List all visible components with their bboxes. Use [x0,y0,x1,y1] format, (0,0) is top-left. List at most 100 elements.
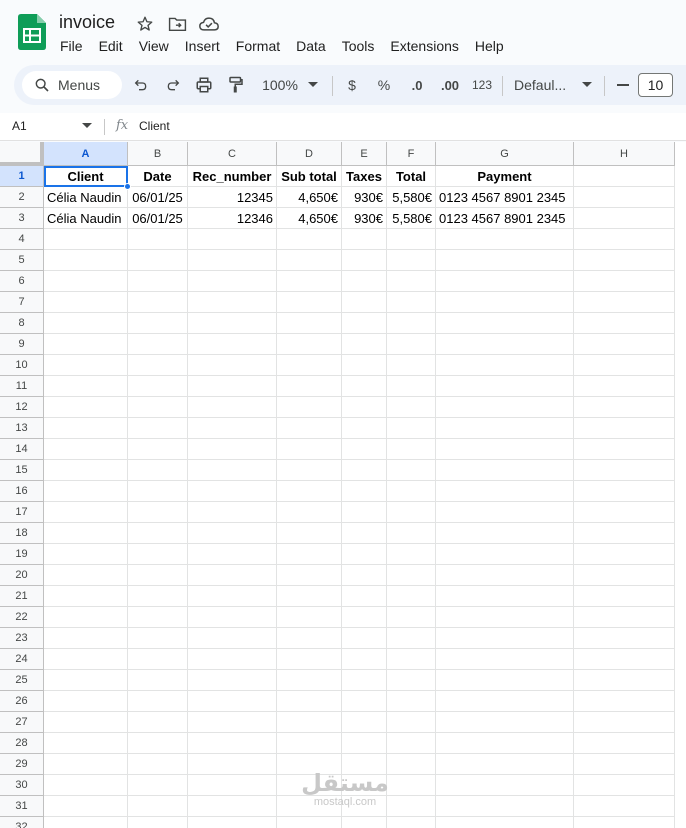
cell-d3[interactable]: 4,650€ [277,208,342,229]
cell-a29[interactable] [44,754,128,775]
cell-d6[interactable] [277,271,342,292]
cell-h9[interactable] [574,334,675,355]
cell-f11[interactable] [387,376,436,397]
row-header-32[interactable]: 32 [0,817,44,828]
column-header-a[interactable]: A [44,142,128,166]
row-header-25[interactable]: 25 [0,670,44,691]
row-header-1[interactable]: 1 [0,166,44,187]
redo-button[interactable] [162,71,184,99]
cell-b31[interactable] [128,796,188,817]
cell-h17[interactable] [574,502,675,523]
row-header-3[interactable]: 3 [0,208,44,229]
cell-a14[interactable] [44,439,128,460]
row-header-15[interactable]: 15 [0,460,44,481]
cell-e5[interactable] [342,250,387,271]
cell-g27[interactable] [436,712,574,733]
cell-h19[interactable] [574,544,675,565]
cell-f14[interactable] [387,439,436,460]
cell-g20[interactable] [436,565,574,586]
cell-b12[interactable] [128,397,188,418]
cell-g30[interactable] [436,775,574,796]
row-header-12[interactable]: 12 [0,397,44,418]
sheet-grid[interactable]: A B C D E F G H 1 Client Date Rec_number Sub total Ta… [0,142,686,828]
cell-g22[interactable] [436,607,574,628]
row-header-11[interactable]: 11 [0,376,44,397]
cell-h21[interactable] [574,586,675,607]
cell-e7[interactable] [342,292,387,313]
cell-c19[interactable] [188,544,277,565]
cell-g12[interactable] [436,397,574,418]
row-header-27[interactable]: 27 [0,712,44,733]
row-header-18[interactable]: 18 [0,523,44,544]
cell-b28[interactable] [128,733,188,754]
cell-g16[interactable] [436,481,574,502]
cell-d26[interactable] [277,691,342,712]
cell-f23[interactable] [387,628,436,649]
cell-h30[interactable] [574,775,675,796]
cell-e26[interactable] [342,691,387,712]
cloud-saved-icon[interactable] [198,14,220,34]
cell-g2[interactable]: 0123 4567 8901 2345 [436,187,574,208]
cell-b10[interactable] [128,355,188,376]
cell-h2[interactable] [574,187,675,208]
cell-c15[interactable] [188,460,277,481]
row-header-24[interactable]: 24 [0,649,44,670]
zoom-select[interactable]: 100% [258,71,302,99]
cell-h13[interactable] [574,418,675,439]
row-header-19[interactable]: 19 [0,544,44,565]
cell-c27[interactable] [188,712,277,733]
menu-extensions[interactable]: Extensions [382,37,466,55]
row-header-2[interactable]: 2 [0,187,44,208]
number-format-button[interactable]: 123 [470,71,494,99]
sheets-logo-icon[interactable] [18,14,46,50]
font-size-input[interactable]: 10 [638,73,673,97]
cell-c1[interactable]: Rec_number [188,166,277,187]
cell-b13[interactable] [128,418,188,439]
cell-c23[interactable] [188,628,277,649]
cell-a18[interactable] [44,523,128,544]
cell-b18[interactable] [128,523,188,544]
row-header-28[interactable]: 28 [0,733,44,754]
cell-e14[interactable] [342,439,387,460]
formula-input[interactable]: Client [139,119,170,133]
cell-d21[interactable] [277,586,342,607]
cell-e27[interactable] [342,712,387,733]
row-header-16[interactable]: 16 [0,481,44,502]
menu-tools[interactable]: Tools [334,37,383,55]
cell-b17[interactable] [128,502,188,523]
cell-f1[interactable]: Total [387,166,436,187]
cell-g8[interactable] [436,313,574,334]
cell-f19[interactable] [387,544,436,565]
cell-d20[interactable] [277,565,342,586]
row-header-21[interactable]: 21 [0,586,44,607]
cell-b11[interactable] [128,376,188,397]
cell-a7[interactable] [44,292,128,313]
cell-d9[interactable] [277,334,342,355]
print-button[interactable] [193,71,215,99]
cell-g7[interactable] [436,292,574,313]
cell-d23[interactable] [277,628,342,649]
percent-format-button[interactable]: % [374,71,394,99]
cell-b3[interactable]: 06/01/25 [128,208,188,229]
cell-g25[interactable] [436,670,574,691]
cell-f22[interactable] [387,607,436,628]
cell-g13[interactable] [436,418,574,439]
cell-a25[interactable] [44,670,128,691]
cell-d14[interactable] [277,439,342,460]
name-box[interactable]: A1 [12,119,27,133]
cell-f30[interactable] [387,775,436,796]
cell-e11[interactable] [342,376,387,397]
cell-h3[interactable] [574,208,675,229]
cell-g17[interactable] [436,502,574,523]
row-header-13[interactable]: 13 [0,418,44,439]
row-header-22[interactable]: 22 [0,607,44,628]
cell-c25[interactable] [188,670,277,691]
cell-d1[interactable]: Sub total [277,166,342,187]
cell-a28[interactable] [44,733,128,754]
cell-c14[interactable] [188,439,277,460]
cell-g14[interactable] [436,439,574,460]
cell-c5[interactable] [188,250,277,271]
row-header-5[interactable]: 5 [0,250,44,271]
cell-b5[interactable] [128,250,188,271]
cell-f31[interactable] [387,796,436,817]
